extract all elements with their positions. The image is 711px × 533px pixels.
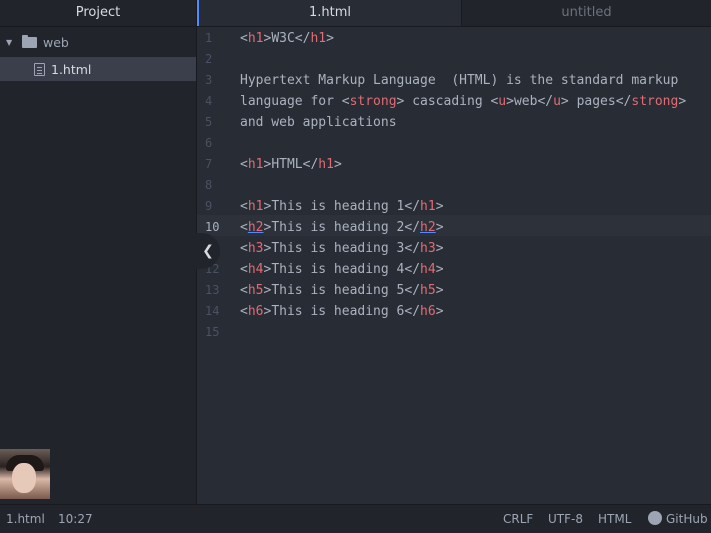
code-line[interactable]: <h1>HTML</h1> [240, 157, 342, 172]
code-line[interactable]: <h4>This is heading 4</h4> [240, 262, 444, 277]
folder-icon [22, 34, 37, 48]
tab-untitled[interactable]: untitled [461, 0, 711, 26]
avatar [0, 449, 50, 499]
folder-name: web [43, 34, 69, 50]
line-number: 14 [205, 304, 220, 318]
tree-view-tab[interactable]: Project [0, 0, 196, 27]
tree-view: Project ▼ web 1.html [0, 0, 197, 504]
code-line[interactable]: <h5>This is heading 5</h5> [240, 283, 444, 298]
line-number: 1 [205, 31, 213, 45]
line-number: 6 [205, 136, 213, 150]
status-grammar[interactable]: HTML [598, 505, 631, 533]
status-file-name[interactable]: 1.html [6, 505, 45, 533]
line-number: 8 [205, 178, 213, 192]
tab-1-html[interactable]: 1.html [197, 0, 461, 26]
tree-folder-web[interactable]: ▼ web [0, 30, 196, 54]
line-number: 10 [205, 220, 220, 234]
line-number: 5 [205, 115, 213, 129]
tree-file-1-html[interactable]: 1.html [0, 57, 196, 81]
tab-bar: 1.html untitled [197, 0, 711, 27]
code-line[interactable]: language for <strong> cascading <u>web</… [240, 94, 686, 109]
code-line[interactable]: Hypertext Markup Language (HTML) is the … [240, 73, 678, 88]
line-number: 13 [205, 283, 220, 297]
status-encoding[interactable]: UTF-8 [548, 505, 583, 533]
line-number: 4 [205, 94, 213, 108]
line-number: 9 [205, 199, 213, 213]
line-number: 7 [205, 157, 213, 171]
code-editor[interactable]: 123456789101112131415 <h1>W3C</h1>Hypert… [197, 27, 711, 504]
code-line[interactable]: and web applications [240, 115, 397, 130]
status-github[interactable]: GitHub [648, 505, 708, 533]
line-number: 3 [205, 73, 213, 87]
code-line[interactable]: <h1>This is heading 1</h1> [240, 199, 444, 214]
code-line[interactable]: <h6>This is heading 6</h6> [240, 304, 444, 319]
code-line[interactable]: <h1>W3C</h1> [240, 31, 334, 46]
chevron-down-icon: ▼ [6, 37, 13, 47]
line-number: 2 [205, 52, 213, 66]
line-number: 15 [205, 325, 220, 339]
file-name: 1.html [51, 61, 92, 77]
status-cursor-position[interactable]: 10:27 [58, 505, 93, 533]
file-icon [34, 62, 45, 76]
github-icon [648, 511, 662, 525]
github-label: GitHub [666, 512, 708, 526]
status-line-ending[interactable]: CRLF [503, 505, 533, 533]
code-line[interactable]: <h2>This is heading 2</h2> [240, 220, 444, 235]
code-line[interactable]: <h3>This is heading 3</h3> [240, 241, 444, 256]
status-bar: 1.html 10:27 CRLF UTF-8 HTML GitHub [0, 504, 711, 533]
